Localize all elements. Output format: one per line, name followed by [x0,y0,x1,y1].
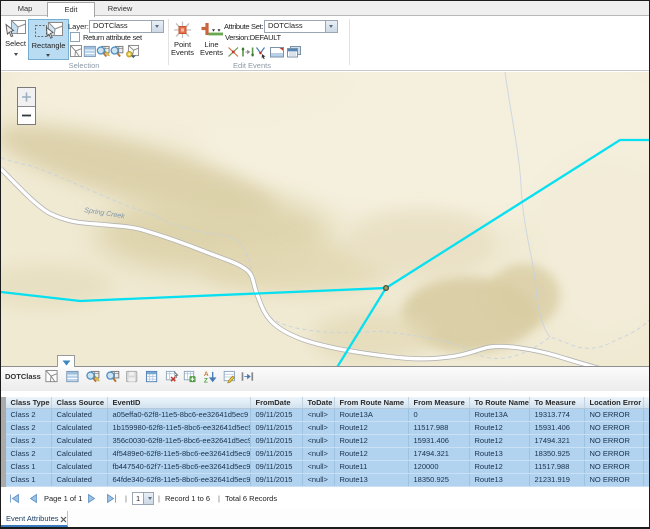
svg-text:Z: Z [204,378,208,384]
